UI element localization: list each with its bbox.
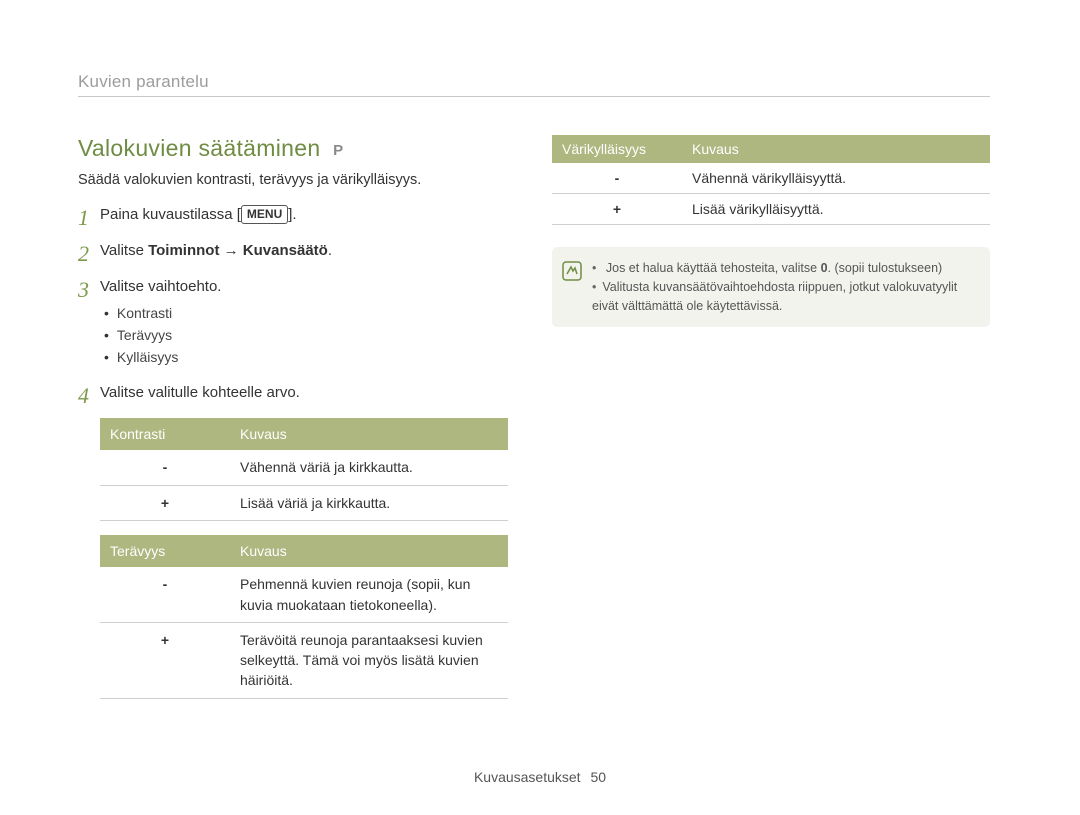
cell-desc: Lisää väriä ja kirkkautta.: [230, 485, 508, 520]
note-1-pre: Jos et halua käyttää tehosteita, valitse: [606, 261, 821, 275]
note-line-2: Valitusta kuvansäätövaihtoehdosta riippu…: [592, 278, 976, 316]
step-4-text: Valitse valitulle kohteelle arvo.: [100, 384, 300, 401]
suboptions-list: Kontrasti Terävyys Kylläisyys: [104, 303, 508, 368]
table-row: Terävyys Kuvaus: [100, 535, 508, 567]
note-line-1: Jos et halua käyttää tehosteita, valitse…: [592, 259, 976, 278]
th-kontrasti: Kontrasti: [100, 418, 230, 450]
cell-sym: +: [552, 194, 682, 225]
menu-badge: MENU: [241, 205, 288, 224]
step-1-pre: Paina kuvaustilassa [: [100, 206, 241, 223]
th-varikyllaisyys: Värikylläisyys: [552, 135, 682, 163]
step-2-b1: Toiminnot: [148, 242, 219, 259]
step-2: Valitse Toiminnot → Kuvansäätö.: [78, 240, 508, 262]
step-3-text: Valitse vaihtoehto.: [100, 278, 221, 295]
page-title: Valokuvien säätäminen P: [78, 135, 508, 162]
step-2-arrow: →: [219, 242, 242, 259]
table-row: Värikylläisyys Kuvaus: [552, 135, 990, 163]
cell-desc: Vähennä väriä ja kirkkautta.: [230, 450, 508, 485]
table-row: + Lisää väriä ja kirkkautta.: [100, 485, 508, 520]
cell-sym: +: [100, 622, 230, 698]
footer-section: Kuvausasetukset: [474, 769, 581, 785]
mode-badge: P: [333, 142, 343, 159]
steps-list: Paina kuvaustilassa [MENU]. Valitse Toim…: [78, 204, 508, 699]
breadcrumb-divider: [78, 96, 990, 97]
table-row: - Vähennä värikylläisyyttä.: [552, 163, 990, 194]
step-4: Valitse valitulle kohteelle arvo. Kontra…: [78, 382, 508, 698]
title-text: Valokuvien säätäminen: [78, 135, 320, 161]
th-teravyys: Terävyys: [100, 535, 230, 567]
step-1-post: ].: [288, 206, 296, 223]
table-row: - Vähennä väriä ja kirkkautta.: [100, 450, 508, 485]
note-icon: [562, 261, 584, 315]
table-row: - Pehmennä kuvien reunoja (sopii, kun ku…: [100, 567, 508, 622]
step-1: Paina kuvaustilassa [MENU].: [78, 204, 508, 226]
suboption-kontrasti: Kontrasti: [104, 303, 508, 325]
table-teravyys: Terävyys Kuvaus - Pehmennä kuvien reunoj…: [100, 535, 508, 699]
right-column: Värikylläisyys Kuvaus - Vähennä värikyll…: [552, 135, 990, 713]
cell-desc: Pehmennä kuvien reunoja (sopii, kun kuvi…: [230, 567, 508, 622]
left-column: Valokuvien säätäminen P Säädä valokuvien…: [78, 135, 508, 713]
suboption-kyllaisyys: Kylläisyys: [104, 347, 508, 369]
note-1-post: . (sopii tulostukseen): [828, 261, 943, 275]
th-kuvaus: Kuvaus: [682, 135, 990, 163]
th-kuvaus: Kuvaus: [230, 418, 508, 450]
suboption-teravyys: Terävyys: [104, 325, 508, 347]
cell-desc: Vähennä värikylläisyyttä.: [682, 163, 990, 194]
table-varikyllaisyys: Värikylläisyys Kuvaus - Vähennä värikyll…: [552, 135, 990, 225]
step-2-b2: Kuvansäätö: [243, 242, 328, 259]
th-kuvaus: Kuvaus: [230, 535, 508, 567]
table-row: + Terävöitä reunoja parantaaksesi kuvien…: [100, 622, 508, 698]
cell-sym: -: [100, 450, 230, 485]
table-kontrasti: Kontrasti Kuvaus - Vähennä väriä ja kirk…: [100, 418, 508, 521]
step-2-pre: Valitse: [100, 242, 148, 259]
note-box: Jos et halua käyttää tehosteita, valitse…: [552, 247, 990, 327]
intro-text: Säädä valokuvien kontrasti, terävyys ja …: [78, 172, 508, 188]
footer-page-number: 50: [590, 769, 606, 785]
table-row: Kontrasti Kuvaus: [100, 418, 508, 450]
table-row: + Lisää värikylläisyyttä.: [552, 194, 990, 225]
cell-desc: Lisää värikylläisyyttä.: [682, 194, 990, 225]
step-2-post: .: [328, 242, 332, 259]
note-list: Jos et halua käyttää tehosteita, valitse…: [592, 259, 976, 315]
cell-desc: Terävöitä reunoja parantaaksesi kuvien s…: [230, 622, 508, 698]
cell-sym: -: [552, 163, 682, 194]
page-footer: Kuvausasetukset 50: [0, 769, 1080, 785]
breadcrumb: Kuvien parantelu: [78, 72, 990, 92]
step-3: Valitse vaihtoehto. Kontrasti Terävyys K…: [78, 276, 508, 369]
content-columns: Valokuvien säätäminen P Säädä valokuvien…: [78, 135, 990, 713]
cell-sym: +: [100, 485, 230, 520]
page: Kuvien parantelu Valokuvien säätäminen P…: [0, 0, 1080, 815]
note-1-bold: 0: [821, 261, 828, 275]
cell-sym: -: [100, 567, 230, 622]
